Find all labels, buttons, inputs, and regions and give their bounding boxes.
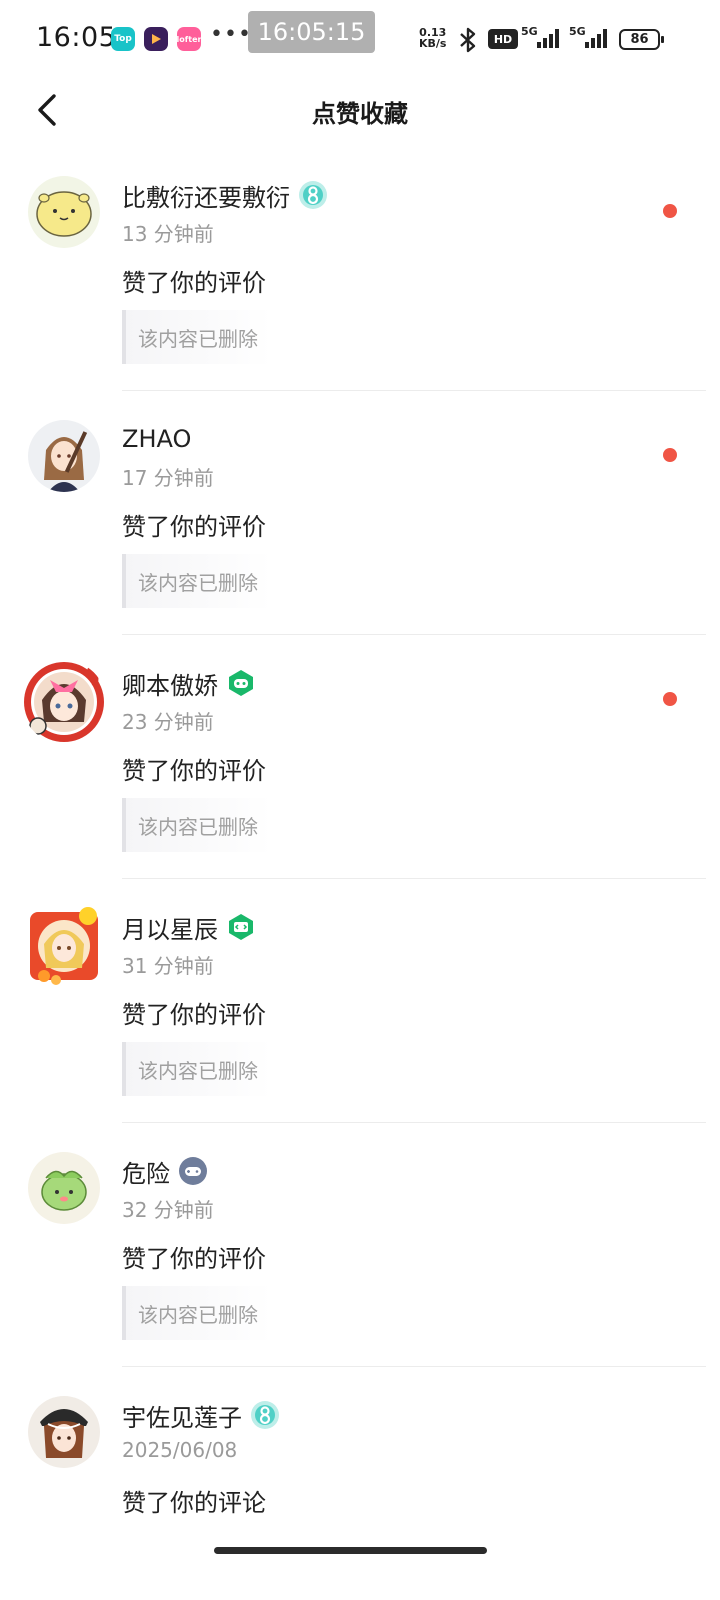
quoted-content-text: 该内容已删除 <box>138 814 258 839</box>
action-text: 赞了你的评价 <box>122 757 266 785</box>
quoted-content-text: 该内容已删除 <box>138 1302 258 1327</box>
quoted-content[interactable]: 该内容已删除 <box>122 1042 272 1096</box>
quoted-content[interactable]: 该内容已删除 <box>122 1286 272 1340</box>
quoted-content[interactable]: 该内容已删除 <box>122 798 272 852</box>
timestamp: 32 分钟前 <box>122 1198 214 1222</box>
more-notifications-icon: ••• <box>210 22 252 47</box>
dev-badge-icon <box>229 914 253 940</box>
avatar[interactable] <box>28 420 100 492</box>
divider <box>122 878 706 879</box>
notification-item[interactable]: ZHAO 17 分钟前 赞了你的评价 该内容已删除 <box>0 404 720 648</box>
timestamp: 2025/06/08 <box>122 1438 238 1462</box>
avatar[interactable] <box>28 176 100 248</box>
video-app-icon <box>144 27 168 51</box>
game-badge-icon <box>229 670 253 696</box>
timestamp: 17 分钟前 <box>122 466 214 490</box>
username[interactable]: 月以星辰 <box>122 910 218 945</box>
page-header: 点赞收藏 <box>0 78 720 144</box>
signal-sim1-icon: 5G <box>521 24 565 50</box>
action-text: 赞了你的评价 <box>122 1245 266 1273</box>
notification-item[interactable]: 卿本傲娇 23 分钟前 赞了你的评价 该内容已删除 <box>0 648 720 892</box>
page-title: 点赞收藏 <box>312 100 408 128</box>
svg-text:5G: 5G <box>569 25 586 38</box>
notification-item[interactable]: 比敷衍还要敷衍 13 分钟前 赞了你的评价 该内容已删除 <box>0 160 720 404</box>
timestamp: 23 分钟前 <box>122 710 214 734</box>
username[interactable]: 宇佐见莲子 <box>122 1398 242 1433</box>
divider <box>122 1122 706 1123</box>
username[interactable]: 比敷衍还要敷衍 <box>122 178 290 213</box>
notification-item[interactable]: 宇佐见莲子 2025/06/08 赞了你的评论 <box>0 1380 720 1600</box>
quoted-content-text: 该内容已删除 <box>138 326 258 351</box>
divider <box>122 1366 706 1367</box>
timestamp: 13 分钟前 <box>122 222 214 246</box>
home-indicator[interactable] <box>214 1547 487 1554</box>
network-speed: 0.13 KB/s <box>419 26 447 50</box>
notification-list: 比敷衍还要敷衍 13 分钟前 赞了你的评价 该内容已删除 ZHAO 17 分钟前… <box>0 160 720 1600</box>
controller-badge-icon <box>179 1157 207 1185</box>
level-badge-icon <box>299 181 327 209</box>
action-text: 赞了你的评价 <box>122 269 266 297</box>
battery-level: 86 <box>619 29 660 50</box>
timestamp: 31 分钟前 <box>122 954 214 978</box>
avatar[interactable] <box>22 904 106 988</box>
avatar[interactable] <box>22 660 106 744</box>
taptap-app-icon: Top <box>111 27 135 51</box>
username[interactable]: 危险 <box>122 1154 170 1189</box>
avatar[interactable] <box>28 1152 100 1224</box>
quoted-content-text: 该内容已删除 <box>138 570 258 595</box>
notification-item[interactable]: 月以星辰 31 分钟前 赞了你的评价 该内容已删除 <box>0 892 720 1136</box>
svg-text:5G: 5G <box>521 25 538 38</box>
unread-dot <box>663 448 677 462</box>
action-text: 赞了你的评论 <box>122 1489 266 1517</box>
quoted-content[interactable]: 该内容已删除 <box>122 554 272 608</box>
hd-voice-icon: HD <box>488 29 518 49</box>
divider <box>122 390 706 391</box>
avatar[interactable] <box>28 1396 100 1468</box>
quoted-content-text: 该内容已删除 <box>138 1058 258 1083</box>
lofter-app-icon: lofter <box>177 27 201 51</box>
status-time: 16:05 <box>36 22 117 53</box>
action-text: 赞了你的评价 <box>122 513 266 541</box>
unread-dot <box>663 692 677 706</box>
battery-icon: 86 <box>619 29 665 50</box>
bluetooth-icon <box>460 27 476 53</box>
level-badge-icon <box>251 1401 279 1429</box>
clock-overlay: 16:05:15 <box>248 11 375 53</box>
username[interactable]: 卿本傲娇 <box>122 666 218 701</box>
status-bar: 16:05 Top lofter ••• 16:05:15 0.13 KB/s … <box>0 0 720 78</box>
notification-item[interactable]: 危险 32 分钟前 赞了你的评价 该内容已删除 <box>0 1136 720 1380</box>
signal-sim2-icon: 5G <box>569 24 613 50</box>
action-text: 赞了你的评价 <box>122 1001 266 1029</box>
divider <box>122 634 706 635</box>
username[interactable]: ZHAO <box>122 425 191 453</box>
quoted-content[interactable]: 该内容已删除 <box>122 310 272 364</box>
unread-dot <box>663 204 677 218</box>
